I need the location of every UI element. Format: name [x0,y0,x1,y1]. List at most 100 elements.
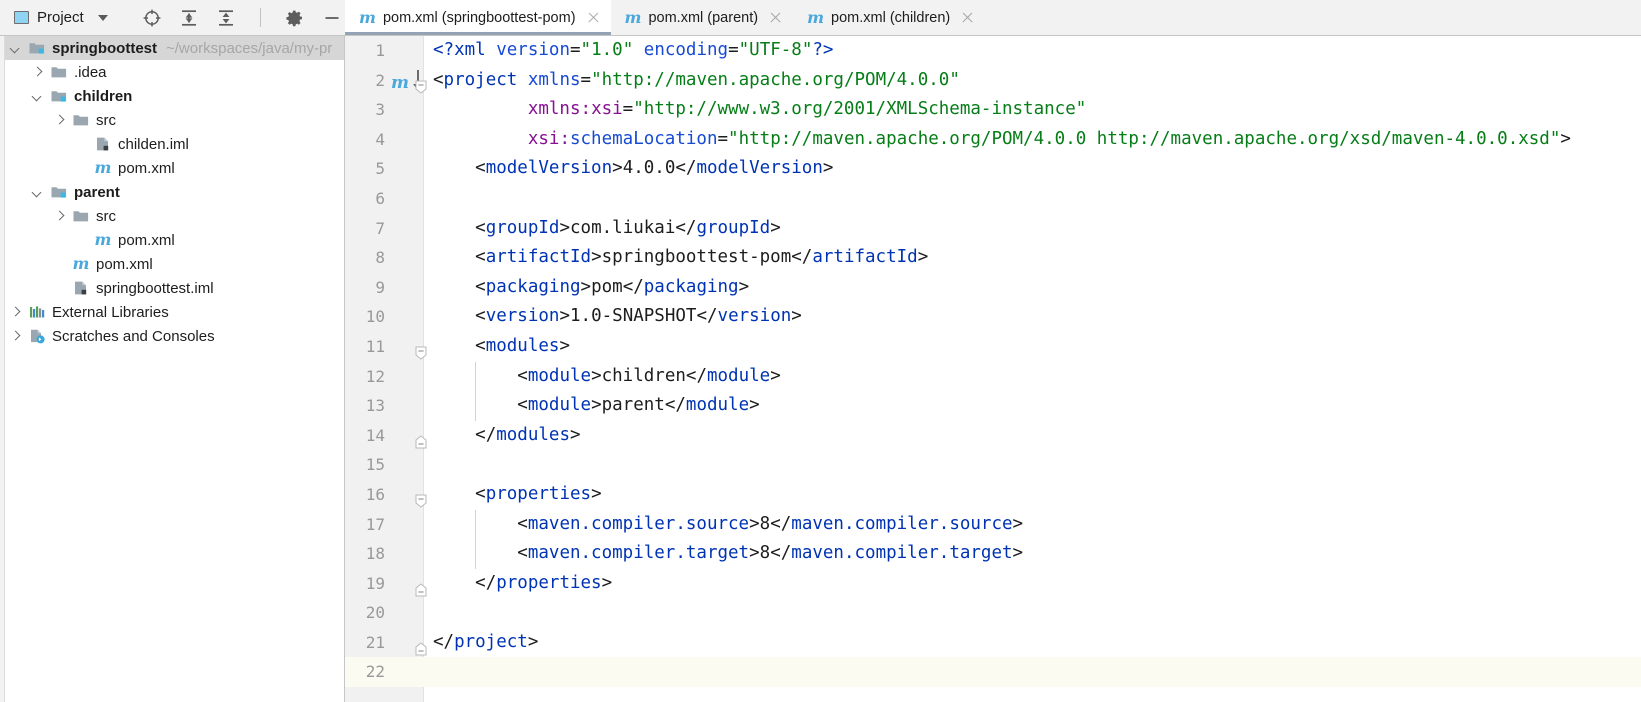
code-fold-toggle[interactable] [415,341,427,360]
code-fold-toggle[interactable] [415,75,427,94]
tree-item-springboottest[interactable]: springboottest ~/workspaces/java/my-pr [0,36,344,60]
code-line[interactable]: 5 <modelVersion>4.0.0</modelVersion> [345,154,1641,184]
code-text: </properties> [475,572,613,593]
tree-item-children[interactable]: children [0,84,344,108]
maven-m-icon: m [359,7,376,27]
maven-m-icon: m [94,158,112,177]
top-strip: Project m pom.xml (springboottest-pom) m… [0,0,1641,36]
tree-item-pom-xml[interactable]: m pom.xml [0,156,344,180]
line-number: 20 [365,603,385,623]
code-line[interactable]: 21 </project> [345,628,1641,658]
editor-tab-springboottest-pom[interactable]: m pom.xml (springboottest-pom) [345,0,611,35]
line-number: 10 [365,307,385,327]
chevron-right-icon[interactable] [8,330,21,343]
tree-item-label: parent [74,183,120,201]
tree-item-label: springboottest.iml [96,279,214,297]
code-text: <project xmlns="http://maven.apache.org/… [433,69,960,90]
gear-icon[interactable] [285,8,305,28]
code-line[interactable]: 2 m <project xmlns="http://maven.apache.or… [345,66,1641,96]
indent-guide [475,509,477,569]
editor-tab-label: pom.xml (parent) [648,9,759,26]
line-number: 4 [375,129,385,149]
maven-m-icon: m [624,7,642,27]
code-line[interactable]: 3 xmlns:xsi="http://www.w3.org/2001/XMLS… [345,95,1641,125]
tree-item-label: src [96,111,116,129]
maven-m-icon[interactable]: m [391,69,409,99]
tree-item-external-libraries[interactable]: External Libraries [0,300,344,324]
line-number: 3 [375,100,385,120]
code-fold-toggle[interactable] [415,489,427,508]
close-icon[interactable] [587,11,600,24]
editor-tab-parent[interactable]: m pom.xml (parent) [611,0,794,35]
iml-file-icon [94,136,112,152]
code-line[interactable]: 14 </modules> [345,421,1641,451]
editor-tab-children[interactable]: m pom.xml (children) [793,0,985,35]
chevron-down-icon[interactable] [30,186,43,199]
line-number: 16 [365,484,385,504]
line-number: 11 [365,336,385,356]
code-text: <groupId>com.liukai</groupId> [475,217,781,238]
code-line[interactable]: 6 [345,184,1641,214]
chevron-down-icon[interactable] [97,14,108,21]
chevron-down-icon[interactable] [30,90,43,103]
line-number: 18 [365,544,385,564]
code-line[interactable]: 15 [345,450,1641,480]
collapse-all-icon[interactable] [216,8,236,28]
code-line[interactable]: 22 [345,657,1641,688]
tree-item-springboottest-iml[interactable]: springboottest.iml [0,276,344,300]
project-tree[interactable]: springboottest ~/workspaces/java/my-pr .id… [0,36,345,702]
chevron-right-icon[interactable] [30,66,43,79]
tree-item-parent[interactable]: parent [0,180,344,204]
code-line[interactable]: 19 </properties> [345,569,1641,599]
project-title-button[interactable]: Project [14,9,84,26]
toolbar-separator [259,8,261,27]
code-line[interactable]: 1 <?xml version="1.0" encoding="UTF-8"?> [345,36,1641,66]
chevron-right-icon[interactable] [52,114,65,127]
code-fold-toggle[interactable] [415,578,427,597]
maven-m-icon: m [807,7,824,27]
xml-editor[interactable]: 1 <?xml version="1.0" encoding="UTF-8"?> 2… [345,36,1641,702]
chevron-right-icon[interactable] [8,306,21,319]
tree-item-pom-xml[interactable]: m pom.xml [0,228,344,252]
tree-item-scratches-and-consoles[interactable]: Scratches and Consoles [0,324,344,348]
code-fold-toggle[interactable] [415,430,427,449]
code-text: <maven.compiler.target>8</maven.compiler… [517,543,1024,564]
code-line[interactable]: 13 <module>parent</module> [345,391,1641,421]
editor-tab-label: pom.xml (springboottest-pom) [382,9,576,26]
code-line[interactable]: 18 <maven.compiler.target>8</maven.compi… [345,539,1641,569]
tree-item-childen-iml[interactable]: childen.iml [0,132,344,156]
tree-item-src[interactable]: src [0,204,344,228]
close-icon[interactable] [961,11,974,24]
tree-item-label: External Libraries [52,303,169,321]
code-line[interactable]: 8 <artifactId>springboottest-pom</artifa… [345,243,1641,273]
code-line[interactable]: 17 <maven.compiler.source>8</maven.compi… [345,510,1641,540]
editor-code-area[interactable]: 1 <?xml version="1.0" encoding="UTF-8"?> 2… [345,36,1641,688]
tree-item-label: springboottest [52,39,157,57]
tree-item-pom-xml[interactable]: m pom.xml [0,252,344,276]
expand-all-icon[interactable] [179,8,199,28]
code-line[interactable]: 9 <packaging>pom</packaging> [345,273,1641,303]
close-icon[interactable] [769,11,782,24]
chevron-right-icon[interactable] [52,210,65,223]
line-number: 17 [365,514,385,534]
code-line[interactable]: 11 <modules> [345,332,1641,362]
code-fold-toggle[interactable] [415,637,427,656]
tree-item-src[interactable]: src [0,108,344,132]
project-window-icon [14,11,29,24]
code-line[interactable]: 4 xsi:schemaLocation="http://maven.apach… [345,125,1641,155]
code-line[interactable]: 20 [345,598,1641,628]
tree-item-idea[interactable]: .idea [0,60,344,84]
minimize-icon[interactable] [322,8,342,28]
code-line[interactable]: 12 <module>children</module> [345,362,1641,392]
locate-target-icon[interactable] [142,8,162,28]
editor-tab-label: pom.xml (children) [831,9,951,26]
chevron-down-icon[interactable] [8,42,21,55]
code-line[interactable]: 7 <groupId>com.liukai</groupId> [345,214,1641,244]
code-line[interactable]: 10 <version>1.0-SNAPSHOT</version> [345,302,1641,332]
code-line[interactable]: 16 <properties> [345,480,1641,510]
line-number: 9 [375,277,385,297]
